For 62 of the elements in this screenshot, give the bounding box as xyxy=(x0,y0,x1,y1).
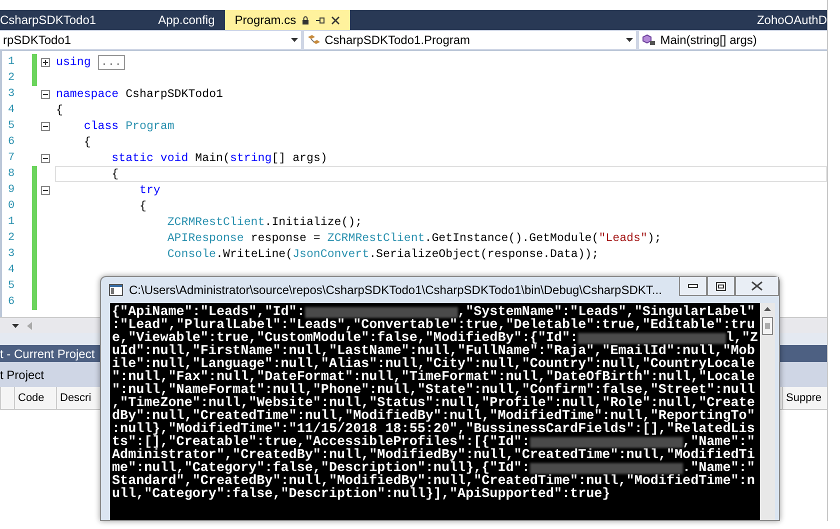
maximize-icon xyxy=(716,282,726,290)
scroll-up-icon[interactable] xyxy=(764,307,771,311)
lock-icon xyxy=(302,16,310,24)
maximize-button[interactable] xyxy=(707,277,735,296)
code-line: static void Main(string[] args) xyxy=(110,150,328,166)
project-dropdown[interactable]: rpSDKTodo1 xyxy=(0,31,301,49)
line-number: 8 xyxy=(7,168,16,180)
column-header[interactable]: Code xyxy=(14,387,56,409)
line-number: 4 xyxy=(7,104,16,116)
collapse-icon[interactable] xyxy=(41,90,50,98)
collapse-icon[interactable] xyxy=(41,154,50,162)
file-tab[interactable]: ZohoOAuthD xyxy=(756,13,827,27)
collapse-icon[interactable] xyxy=(41,186,50,194)
line-number: 3 xyxy=(7,248,16,260)
class-dropdown[interactable]: CsharpSDKTodo1.Program xyxy=(304,31,636,49)
line-number: 9 xyxy=(7,184,16,196)
code-line: using ... xyxy=(55,54,827,70)
member-dropdown[interactable]: Main(string[] args) xyxy=(639,31,828,49)
scope-dropdown[interactable]: t Project xyxy=(0,368,44,382)
code-line: Console.WriteLine(JsonConvert.SerializeObject(response.Data)); xyxy=(166,246,600,262)
line-number: 6 xyxy=(7,296,16,308)
line-number: 5 xyxy=(7,280,16,292)
console-icon xyxy=(109,284,123,296)
line-number: 1 xyxy=(7,216,16,228)
line-number: 0 xyxy=(7,200,16,212)
line-number: 3 xyxy=(7,88,16,100)
dropdown-arrow-icon xyxy=(626,38,634,42)
line-number: 4 xyxy=(7,264,16,276)
pin-icon[interactable] xyxy=(315,16,326,24)
column-header[interactable]: Descri xyxy=(56,387,94,409)
close-icon[interactable] xyxy=(331,16,340,24)
close-button[interactable] xyxy=(735,277,779,296)
line-number: 1 xyxy=(7,56,16,68)
code-line: namespace CsharpSDKTodo1 xyxy=(55,86,224,102)
line-number: 5 xyxy=(7,120,16,132)
code-line: { xyxy=(82,134,92,150)
code-line: class Program xyxy=(82,118,176,134)
scroll-thumb-icon[interactable] xyxy=(762,317,773,335)
column-header[interactable]: Suppre xyxy=(782,387,824,409)
method-icon xyxy=(642,34,656,46)
collapse-icon[interactable] xyxy=(41,122,50,130)
expand-icon[interactable] xyxy=(41,58,50,66)
window-title: C:\Users\Administrator\source\repos\CsharpSDKTodo1\CsharpSDKTodo1\bin\Debug\CsharpSDKT... xyxy=(129,283,662,297)
file-tab[interactable]: Program.cs xyxy=(224,10,350,30)
dropdown-arrow-icon xyxy=(290,38,298,42)
file-tab[interactable]: App.config xyxy=(148,10,225,30)
code-line: try xyxy=(138,182,162,198)
code-line: { xyxy=(138,198,148,214)
line-number: 2 xyxy=(7,232,16,244)
code-line: ZCRMRestClient.Initialize(); xyxy=(166,214,364,230)
minimize-button[interactable] xyxy=(679,277,707,296)
close-icon xyxy=(751,281,763,291)
code-line: APIResponse response = ZCRMRestClient.GetInstance().GetModule("Leads"); xyxy=(166,230,662,246)
minimize-icon xyxy=(688,284,698,288)
line-number: 6 xyxy=(7,136,16,148)
dropdown-arrow-icon[interactable] xyxy=(12,324,19,328)
line-number: 2 xyxy=(7,72,16,84)
file-tab[interactable]: CsharpSDKTodo1 xyxy=(0,10,134,30)
line-number: 7 xyxy=(7,152,16,164)
class-icon xyxy=(306,34,321,46)
console-output: {"ApiName":"Leads","Id": ,"SystemName":"Leads","SingularLabel" :"Lead","PluralLabel":"Leads","Convertable":true,"Deletable":true,"Editable":tru e,"Viewable":true,"CustomModule":false,"ModifiedBy":{"Id": l,"Z uId":null,"FirstName":null,"LastName":null,"FullName":"Raja","EmailId":null,"Mob ile":null,"Language":null,"Alias":null,"City":null,"Country":null,"CountryLocale ":null,"Fax":null,"DateFormat":null,"TimeFormat":null,"DateOfBirth":null,"Locale ":null,"NameFormat":null,"Phone":null,"State":null,"Confirm":false,"Street":null ,"TimeZone":null,"Website":null,"Status":null,"Profile":null,"Role":null,"Create dBy":null,"CreatedTime":null,"ModifiedBy":null,"ModifiedTime":null,"ReportingTo" :null},"ModifiedTime":"11/15/2018 18:55:20","BussinessCardFields":[],"RelatedLis ts":[],"Creatable":true,"AccessibleProfiles":[{"Id": ,"Name":" Administrator","CreatedBy":null,"ModifiedBy":null,"CreatedTime":null,"ModifiedTi me":null,"Category":false,"Description":null},{"Id": ."Name":" Standard","CreatedBy":null,"ModifiedBy":null,"CreatedTime":null,"ModifiedTime":n ull,"Category":false,"Description":null}],"ApiSupported":true} xyxy=(110,303,760,520)
code-line: { xyxy=(55,102,64,118)
